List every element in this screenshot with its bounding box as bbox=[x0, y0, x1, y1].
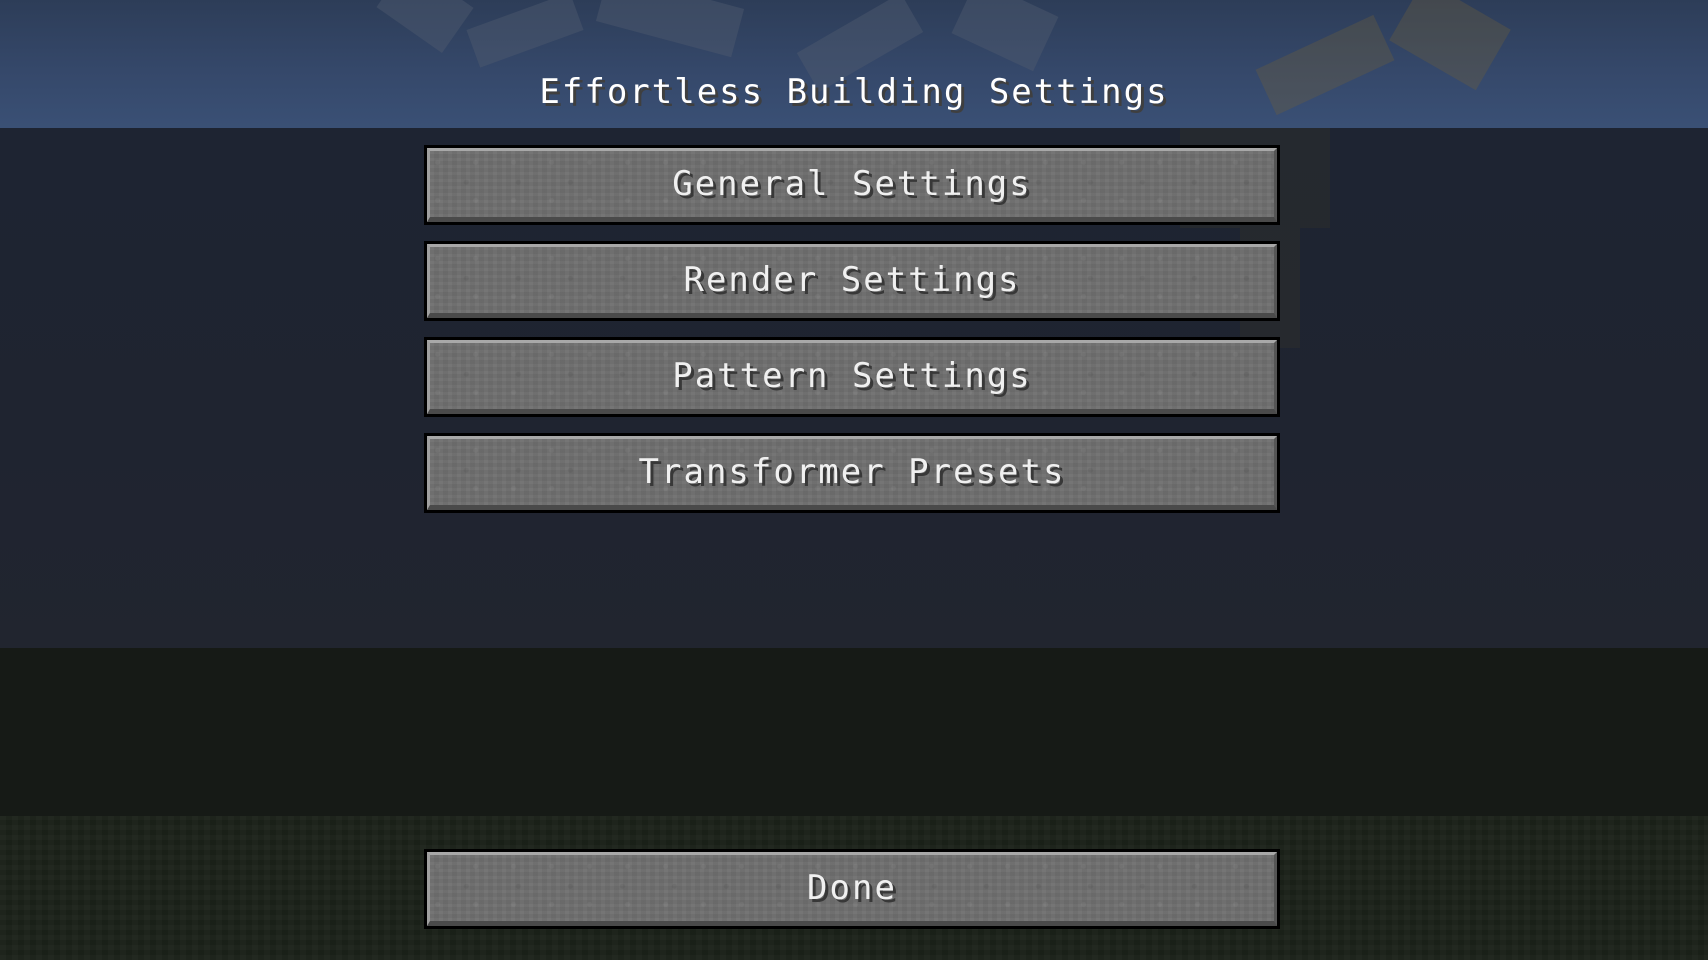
pattern-settings-button[interactable]: Pattern Settings bbox=[424, 337, 1280, 417]
cloud-shape bbox=[951, 0, 1059, 72]
screen-title: Effortless Building Settings bbox=[539, 72, 1169, 112]
button-label: Pattern Settings bbox=[672, 356, 1032, 396]
button-label: General Settings bbox=[672, 164, 1032, 204]
button-face[interactable]: Transformer Presets bbox=[427, 436, 1277, 510]
dimmed-ground bbox=[0, 648, 1708, 816]
button-face[interactable]: Done bbox=[427, 852, 1277, 926]
transformer-presets-button[interactable]: Transformer Presets bbox=[424, 433, 1280, 513]
button-label: Transformer Presets bbox=[638, 452, 1066, 492]
cloud-shape bbox=[595, 0, 745, 58]
button-face[interactable]: Render Settings bbox=[427, 244, 1277, 318]
done-button[interactable]: Done bbox=[424, 849, 1280, 929]
button-face[interactable]: General Settings bbox=[427, 148, 1277, 222]
button-face[interactable]: Pattern Settings bbox=[427, 340, 1277, 414]
general-settings-button[interactable]: General Settings bbox=[424, 145, 1280, 225]
button-label: Render Settings bbox=[683, 260, 1021, 300]
cloud-shape bbox=[466, 0, 584, 68]
button-label: Done bbox=[807, 868, 897, 908]
cloud-shape bbox=[376, 0, 474, 53]
render-settings-button[interactable]: Render Settings bbox=[424, 241, 1280, 321]
